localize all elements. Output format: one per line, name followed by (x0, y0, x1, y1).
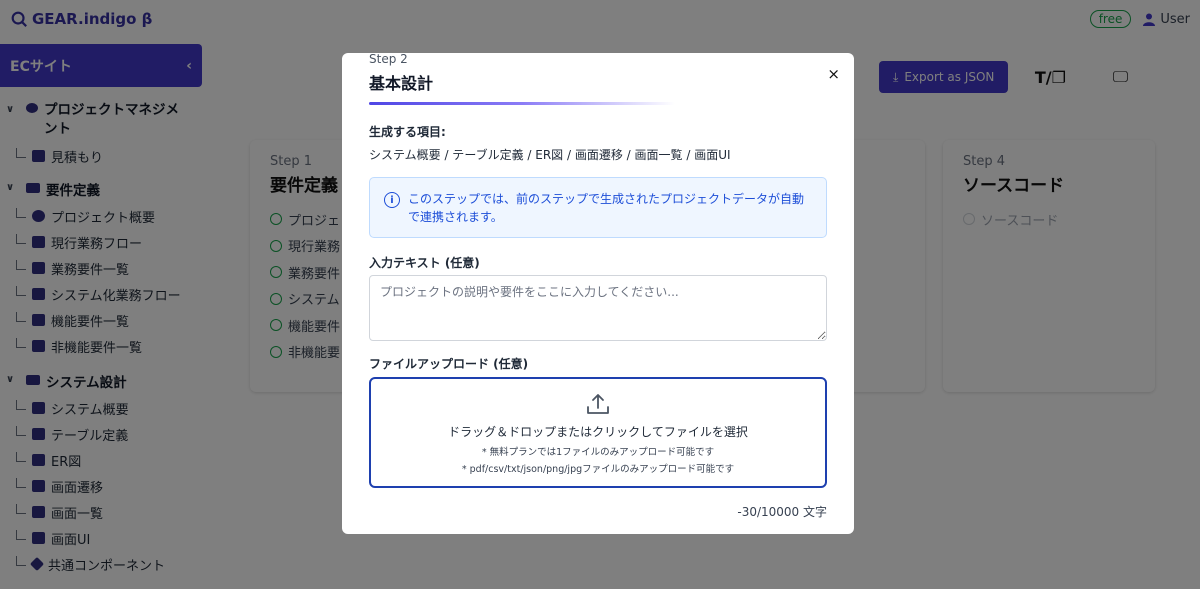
dropzone-note-types: * pdf/csv/txt/json/png/jpgファイルのみアップロード可能… (461, 463, 735, 475)
dropzone-text: ドラッグ＆ドロップまたはクリックしてファイルを選択 (448, 424, 748, 439)
modal-title: 基本設計 (369, 74, 434, 93)
info-notice: i このステップでは、前のステップで生成されたプロジェクトデータが自動で連携され… (369, 177, 827, 238)
character-counter: -30/10000 文字 (737, 505, 827, 519)
dropzone-note-limit: * 無料プランでは1ファイルのみアップロード可能です (481, 446, 715, 458)
generate-items-label: 生成する項目: (369, 125, 446, 139)
step2-modal: × Step 2 基本設計 生成する項目: システム概要 / テーブル定義 / … (342, 53, 854, 534)
upload-label: ファイルアップロード (任意) (369, 357, 529, 371)
close-icon[interactable]: × (827, 65, 840, 83)
project-text-input[interactable] (369, 275, 827, 341)
generate-items-list: システム概要 / テーブル定義 / ER図 / 画面遷移 / 画面一覧 / 画面… (369, 148, 731, 162)
file-dropzone[interactable]: ドラッグ＆ドロップまたはクリックしてファイルを選択 * 無料プランでは1ファイル… (369, 377, 827, 488)
info-text: このステップでは、前のステップで生成されたプロジェクトデータが自動で連携されます… (408, 192, 805, 224)
title-underline (369, 102, 675, 105)
text-input-label: 入力テキスト (任意) (369, 256, 480, 270)
info-icon: i (384, 192, 400, 208)
upload-icon (587, 393, 609, 414)
modal-step-number: Step 2 (369, 53, 408, 66)
